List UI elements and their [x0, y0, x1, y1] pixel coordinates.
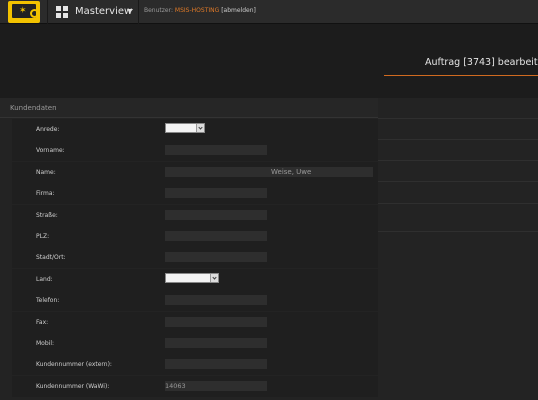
form-row: Mobil:	[12, 333, 378, 354]
name-field[interactable]: Weise, Uwe	[165, 166, 373, 177]
right-panel	[378, 98, 538, 232]
field-label: Vorname:	[36, 147, 65, 155]
form-row: Fax:	[12, 311, 378, 333]
title-underline	[384, 75, 538, 76]
country-select[interactable]	[165, 272, 219, 283]
field-label: Firma:	[36, 190, 55, 198]
text-field[interactable]	[165, 295, 267, 306]
text-field[interactable]	[165, 316, 267, 327]
text-field[interactable]	[165, 145, 267, 156]
divider	[138, 0, 139, 24]
form-row: Telefon:	[12, 290, 378, 312]
text-field[interactable]	[165, 209, 267, 220]
field-value: 14063	[165, 381, 186, 390]
grid-icon[interactable]	[56, 6, 68, 18]
section-title: Kundendaten	[10, 104, 57, 112]
app-title[interactable]: Masterview	[75, 4, 132, 19]
form-row: Firma:	[12, 183, 378, 205]
field-label: Kundennummer (extern):	[36, 361, 112, 369]
text-field[interactable]	[165, 252, 267, 263]
form-row: Kundennummer (WaWi): 14063	[12, 375, 378, 397]
field-value: Weise, Uwe	[271, 167, 312, 176]
text-field[interactable]	[165, 188, 267, 199]
field-label: Telefon:	[36, 297, 60, 305]
form-row: Name: Weise, Uwe	[12, 161, 378, 183]
section-header	[0, 98, 378, 118]
form-row: Stadt/Ort:	[12, 247, 378, 269]
user-info: Benutzer: MSIS-HOSTING [abmelden]	[144, 6, 256, 16]
form-row: PLZ:	[12, 226, 378, 247]
chevron-down-icon	[210, 273, 218, 282]
field-label: Fax:	[36, 318, 49, 326]
text-field[interactable]: 14063	[165, 380, 267, 391]
app-logo-icon[interactable]: ✶	[8, 1, 40, 23]
form-row: Kundennummer (extern):	[12, 354, 378, 376]
salutation-select[interactable]	[165, 123, 205, 133]
user-name: MSIS-HOSTING	[174, 7, 220, 14]
form-row: Straße:	[12, 204, 378, 226]
form-row: Vorname:	[12, 140, 378, 162]
field-label: Kundennummer (WaWi):	[36, 382, 110, 390]
text-field[interactable]	[165, 338, 267, 348]
page-title: Auftrag [3743] bearbeite	[425, 57, 538, 68]
field-label: Straße:	[36, 211, 58, 219]
field-label: Anrede:	[36, 126, 60, 133]
field-label: Mobil:	[36, 340, 55, 347]
field-label: Name:	[36, 168, 56, 176]
chevron-down-icon[interactable]	[127, 9, 133, 13]
form-row: Land:	[12, 268, 378, 290]
text-field[interactable]	[165, 359, 267, 370]
chevron-down-icon	[196, 124, 204, 132]
user-prefix: Benutzer:	[144, 7, 173, 14]
top-bar: ✶ Masterview Benutzer: MSIS-HOSTING [abm…	[0, 0, 538, 24]
text-field[interactable]	[165, 231, 267, 241]
field-label: Stadt/Ort:	[36, 254, 66, 262]
form-row: Anrede:	[12, 119, 378, 140]
field-label: PLZ:	[36, 233, 50, 240]
logout-link[interactable]: [abmelden]	[221, 7, 256, 14]
field-label: Land:	[36, 275, 53, 283]
divider	[47, 0, 48, 24]
